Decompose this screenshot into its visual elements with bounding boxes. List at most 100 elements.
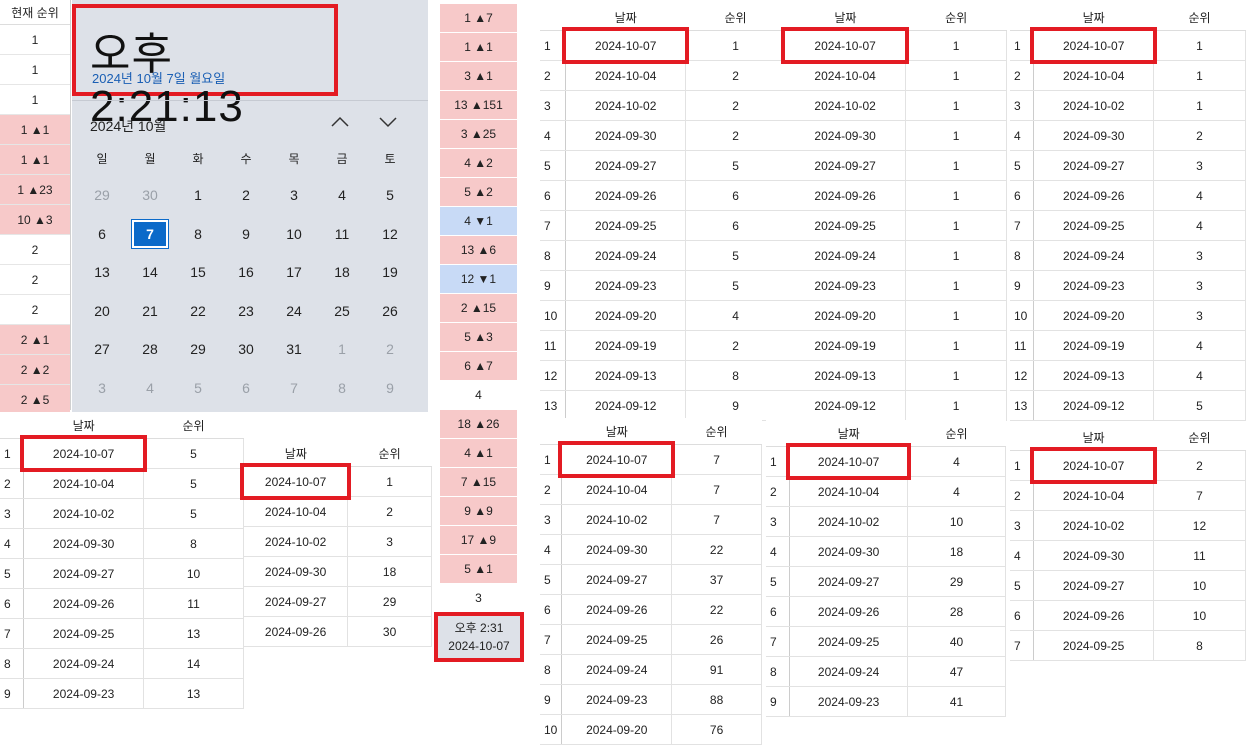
table-row[interactable]: 5 2024-09-27 10 <box>0 558 244 589</box>
date-cell[interactable]: 2024-09-27 <box>244 586 349 617</box>
calendar-day[interactable]: 9 <box>222 215 270 254</box>
rank-cell[interactable]: 11 <box>143 588 244 619</box>
date-cell[interactable]: 2024-09-24 <box>785 240 907 271</box>
rank-cell[interactable]: 1 <box>905 330 1007 361</box>
table-row[interactable]: 3 2024-10-02 1 <box>1010 90 1246 121</box>
rank-cell[interactable]: 12 <box>1153 510 1246 541</box>
table-row[interactable]: 2024-10-04 2 <box>244 496 432 527</box>
date-cell[interactable]: 2024-09-27 <box>561 564 673 595</box>
table-row[interactable]: 2024-10-02 1 <box>785 90 1007 121</box>
rank-cell[interactable]: 30 <box>347 616 432 647</box>
date-cell[interactable]: 2024-09-30 <box>785 120 907 151</box>
calendar-day[interactable]: 5 <box>174 369 222 408</box>
table-row[interactable]: 8 2024-09-24 91 <box>540 654 762 685</box>
rank-cell[interactable]: 1 <box>905 240 1007 271</box>
table-row[interactable]: 4 2024-09-30 2 <box>1010 120 1246 151</box>
rank-cell[interactable]: 37 <box>671 564 762 595</box>
rank-cell[interactable]: 22 <box>671 594 762 625</box>
table-row[interactable]: 3 2024-10-02 2 <box>540 90 786 121</box>
date-cell[interactable]: 2024-10-02 <box>785 90 907 121</box>
date-cell[interactable]: 2024-09-20 <box>1033 300 1155 331</box>
rank-cell[interactable]: 4 <box>1153 330 1246 361</box>
clock-date[interactable]: 2024년 10월 7일 월요일 <box>92 68 225 87</box>
table-row[interactable]: 2024-10-02 3 <box>244 526 432 557</box>
rank-column-header[interactable]: 순위 <box>905 4 1007 31</box>
calendar-day[interactable]: 28 <box>126 330 174 369</box>
date-cell[interactable]: 2024-10-04 <box>1033 60 1155 91</box>
date-cell[interactable]: 2024-10-02 <box>1033 510 1154 541</box>
rank-cell[interactable]: 40 <box>907 626 1006 657</box>
calendar-day[interactable]: 19 <box>366 253 414 292</box>
date-cell[interactable]: 2024-10-02 <box>1033 90 1155 121</box>
calendar-day[interactable]: 23 <box>222 292 270 331</box>
rank-cell[interactable]: 1 <box>1153 90 1246 121</box>
date-cell[interactable]: 2024-10-07 <box>781 27 910 64</box>
rank-cell[interactable]: 10 <box>143 558 244 589</box>
table-row[interactable]: 4 2024-09-30 22 <box>540 534 762 565</box>
rank-cell[interactable]: 4 <box>907 476 1006 507</box>
calendar-day-today[interactable]: 7 <box>131 218 169 249</box>
rank-cell[interactable]: 4 <box>1153 180 1246 211</box>
table-row[interactable]: 2024-09-26 1 <box>785 180 1007 211</box>
calendar-day[interactable]: 1 <box>318 330 366 369</box>
rank-cell[interactable]: 13 <box>143 678 244 709</box>
rank-column-header[interactable]: 순위 <box>347 440 432 467</box>
table-row[interactable]: 2024-09-26 30 <box>244 616 432 647</box>
table-row[interactable]: 2024-10-07 1 <box>240 463 432 500</box>
table-row[interactable]: 4 2024-09-30 2 <box>540 120 786 151</box>
rank-column-header[interactable]: 순위 <box>1153 424 1246 451</box>
rank-cell[interactable]: 1 <box>905 30 1007 61</box>
table-row[interactable]: 2024-09-24 1 <box>785 240 1007 271</box>
rank-cell[interactable]: 91 <box>671 654 762 685</box>
table-row[interactable]: 9 2024-09-23 5 <box>540 270 786 301</box>
date-cell[interactable]: 2024-09-30 <box>1033 120 1155 151</box>
table-row[interactable]: 2 2024-10-04 2 <box>540 60 786 91</box>
table-row[interactable]: 7 2024-09-25 4 <box>1010 210 1246 241</box>
date-cell[interactable]: 2024-09-27 <box>1033 150 1155 181</box>
table-row[interactable]: 10 2024-09-20 3 <box>1010 300 1246 331</box>
calendar-day[interactable]: 29 <box>78 176 126 215</box>
rank-cell[interactable]: 3 <box>1153 300 1246 331</box>
table-row[interactable]: 2024-09-23 1 <box>785 270 1007 301</box>
rank-cell[interactable]: 10 <box>1153 600 1246 631</box>
calendar-day[interactable]: 4 <box>318 176 366 215</box>
rank-column-header[interactable]: 순위 <box>685 4 786 31</box>
calendar-day[interactable]: 24 <box>270 292 318 331</box>
table-row[interactable]: 7 2024-09-25 13 <box>0 618 244 649</box>
date-cell[interactable]: 2024-09-23 <box>561 684 673 715</box>
date-cell[interactable]: 2024-09-26 <box>561 594 673 625</box>
rank-cell[interactable]: 1 <box>905 150 1007 181</box>
rank-cell[interactable]: 2 <box>685 90 786 121</box>
rank-cell[interactable]: 41 <box>907 686 1006 717</box>
calendar-day[interactable]: 20 <box>78 292 126 331</box>
calendar-day[interactable]: 15 <box>174 253 222 292</box>
table-row[interactable]: 2024-09-20 1 <box>785 300 1007 331</box>
table-row[interactable]: 10 2024-09-20 4 <box>540 300 786 331</box>
rank-cell[interactable]: 26 <box>671 624 762 655</box>
calendar-day[interactable]: 31 <box>270 330 318 369</box>
date-cell[interactable]: 2024-09-27 <box>789 566 909 597</box>
rank-cell[interactable]: 10 <box>907 506 1006 537</box>
rank-column-header[interactable]: 순위 <box>1153 4 1246 31</box>
rank-cell[interactable]: 1 <box>905 270 1007 301</box>
table-row[interactable]: 2024-10-07 1 <box>781 27 1007 64</box>
rank-cell[interactable]: 3 <box>1153 150 1246 181</box>
table-row[interactable]: 1 2024-10-07 5 <box>0 435 244 472</box>
table-row[interactable]: 2024-09-27 29 <box>244 586 432 617</box>
date-cell[interactable]: 2024-09-13 <box>565 360 687 391</box>
table-row[interactable]: 7 2024-09-25 8 <box>1010 630 1246 661</box>
date-cell[interactable]: 2024-09-25 <box>565 210 687 241</box>
date-cell[interactable]: 2024-10-04 <box>1033 480 1154 511</box>
date-cell[interactable]: 2024-09-26 <box>785 180 907 211</box>
date-cell[interactable]: 2024-10-02 <box>565 90 687 121</box>
rank-cell[interactable]: 2 <box>1153 450 1246 481</box>
date-cell[interactable]: 2024-09-26 <box>789 596 909 627</box>
date-cell[interactable]: 2024-09-20 <box>785 300 907 331</box>
calendar-day[interactable]: 30 <box>126 176 174 215</box>
date-cell[interactable]: 2024-09-24 <box>23 648 145 679</box>
calendar-day[interactable]: 7 <box>270 369 318 408</box>
rank-cell[interactable]: 28 <box>907 596 1006 627</box>
calendar-day[interactable]: 12 <box>366 215 414 254</box>
rank-cell[interactable]: 10 <box>1153 570 1246 601</box>
table-row[interactable]: 1 2024-10-07 4 <box>766 443 1006 480</box>
